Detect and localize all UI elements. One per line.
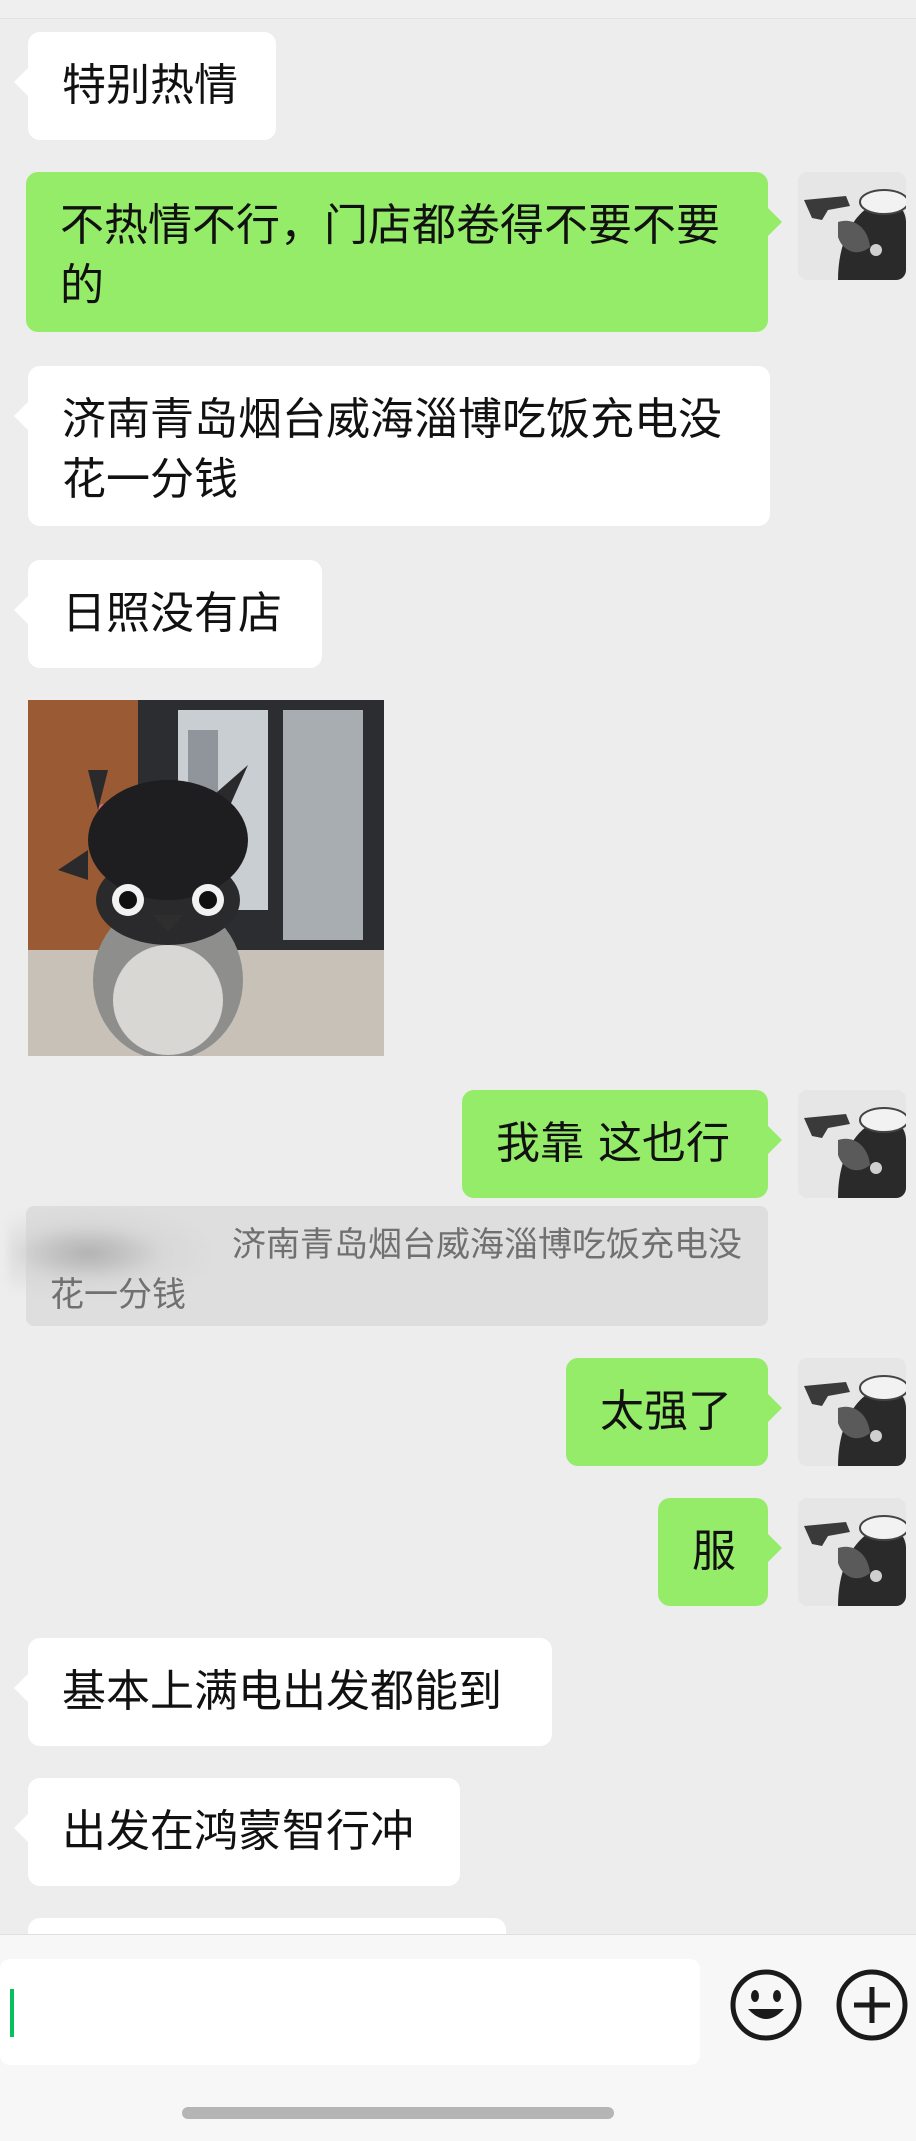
message-incoming[interactable]: 济南青岛烟台威海淄博吃饭充电没花一分钱 [14, 366, 770, 526]
message-text: 济南青岛烟台威海淄博吃饭充电没花一分钱 [62, 394, 722, 505]
avatar[interactable] [798, 1358, 906, 1466]
message-outgoing[interactable]: 我靠 这也行 [462, 1090, 782, 1198]
message-input[interactable] [0, 1959, 700, 2065]
message-text: 服 [692, 1526, 736, 1577]
message-text: 我靠 这也行 [496, 1118, 730, 1169]
message-incoming[interactable]: 出发在鸿蒙智行冲 [14, 1778, 460, 1886]
message-text: 基本上满电出发都能到 [62, 1666, 502, 1717]
message-outgoing[interactable]: 服 [658, 1498, 782, 1606]
quote-text: 济南青岛烟台威海淄博吃饭充电没花一分钱 [50, 1225, 742, 1315]
message-text: 特别热情 [62, 60, 238, 111]
quoted-message[interactable]: 济南青岛烟台威海淄博吃饭充电没花一分钱 [8, 1206, 768, 1326]
image-message[interactable] [28, 700, 384, 1056]
avatar[interactable] [798, 1498, 906, 1606]
message-incoming[interactable]: 日照没有店 [14, 560, 322, 668]
penguin-photo-icon [28, 700, 384, 1056]
avatar[interactable] [798, 172, 906, 280]
message-outgoing[interactable]: 太强了 [566, 1358, 782, 1466]
text-caret [10, 1989, 14, 2037]
home-indicator[interactable] [182, 2107, 614, 2119]
message-text: 日照没有店 [62, 588, 282, 639]
message-text: 出发在鸿蒙智行冲 [62, 1806, 414, 1857]
top-divider [0, 0, 916, 19]
message-incoming[interactable]: 基本上满电出发都能到 [14, 1638, 552, 1746]
message-text: 不热情不行，门店都卷得不要不要的 [60, 200, 720, 311]
chat-input-bar [0, 1934, 916, 2141]
plus-icon[interactable] [832, 1965, 912, 2045]
message-text: 太强了 [600, 1386, 732, 1437]
message-outgoing[interactable]: 不热情不行，门店都卷得不要不要的 [26, 172, 782, 332]
avatar[interactable] [798, 1090, 906, 1198]
message-incoming[interactable]: 特别热情 [14, 32, 276, 140]
emoji-icon[interactable] [726, 1965, 806, 2045]
